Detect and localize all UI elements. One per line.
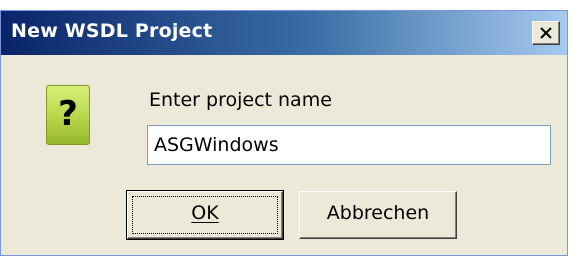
cancel-button[interactable]: Abbrechen — [299, 191, 457, 239]
dialog-title: New WSDL Project — [11, 20, 213, 42]
ok-button[interactable]: OK — [126, 190, 284, 240]
question-icon: ? — [46, 85, 90, 145]
prompt-label: Enter project name — [149, 89, 332, 111]
new-wsdl-project-dialog: New WSDL Project ? Enter project name OK… — [0, 10, 568, 256]
close-button[interactable] — [532, 21, 560, 45]
title-bar[interactable]: New WSDL Project — [1, 11, 567, 55]
close-icon — [540, 27, 552, 39]
cancel-button-label: Abbrechen — [326, 202, 430, 224]
question-glyph: ? — [58, 94, 78, 134]
ok-button-label: OK — [191, 202, 219, 224]
project-name-input[interactable] — [147, 125, 551, 165]
